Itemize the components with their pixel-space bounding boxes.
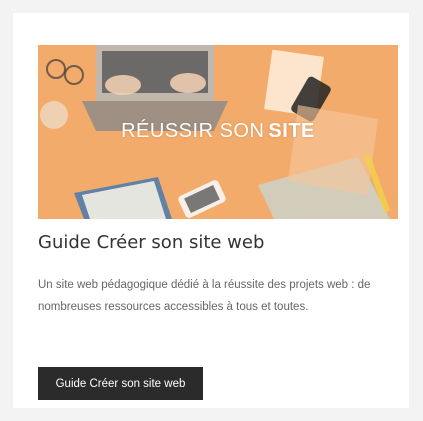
- content-card: RÉUSSIR SON SITE Guide Créer son site web…: [13, 13, 409, 408]
- laptop-shape: [82, 45, 228, 131]
- card-title[interactable]: Guide Créer son site web: [38, 232, 264, 253]
- card-description: Un site web pédagogique dédié à la réuss…: [38, 279, 371, 313]
- banner-title-bold: SITE: [268, 120, 315, 142]
- guide-link-button[interactable]: Guide Créer son site web: [38, 367, 203, 400]
- banner-image[interactable]: RÉUSSIR SON SITE: [38, 45, 398, 219]
- banner-title-light: RÉUSSIR SON: [121, 120, 265, 142]
- banner-title: RÉUSSIR SON SITE: [38, 120, 398, 143]
